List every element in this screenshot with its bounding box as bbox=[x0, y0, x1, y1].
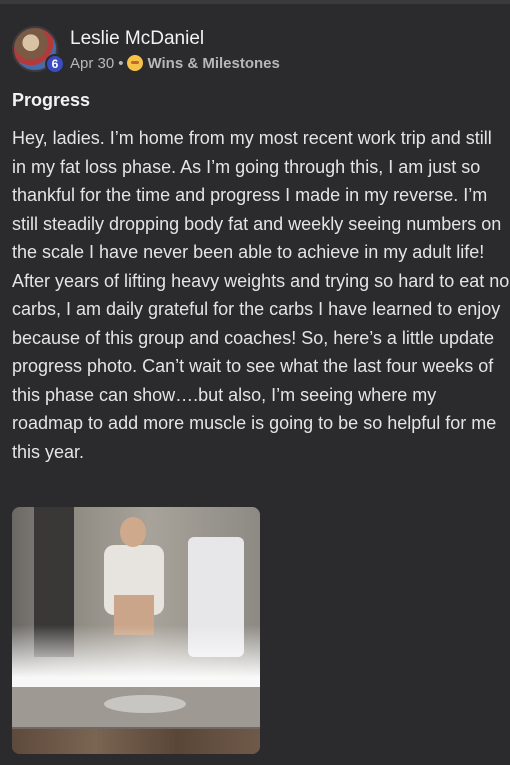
photo-mirror-glow bbox=[12, 625, 260, 695]
category-label[interactable]: Wins & Milestones bbox=[147, 55, 279, 72]
post-date[interactable]: Apr 30 bbox=[70, 55, 114, 72]
post-body: Hey, ladies. I’m home from my most recen… bbox=[12, 128, 510, 462]
top-divider bbox=[0, 0, 510, 4]
smiling-emoji-icon bbox=[127, 55, 144, 71]
post-meta: Apr 30 • Wins & Milestones bbox=[70, 55, 280, 72]
post-title: Progress bbox=[12, 90, 91, 110]
photo-granite bbox=[12, 729, 260, 754]
author-name[interactable]: Leslie McDaniel bbox=[70, 28, 204, 50]
progress-photo[interactable] bbox=[12, 507, 260, 754]
photo-sink bbox=[104, 695, 186, 713]
meta-separator: • bbox=[118, 55, 124, 72]
photo-head bbox=[120, 517, 146, 547]
level-badge: 6 bbox=[45, 54, 65, 74]
